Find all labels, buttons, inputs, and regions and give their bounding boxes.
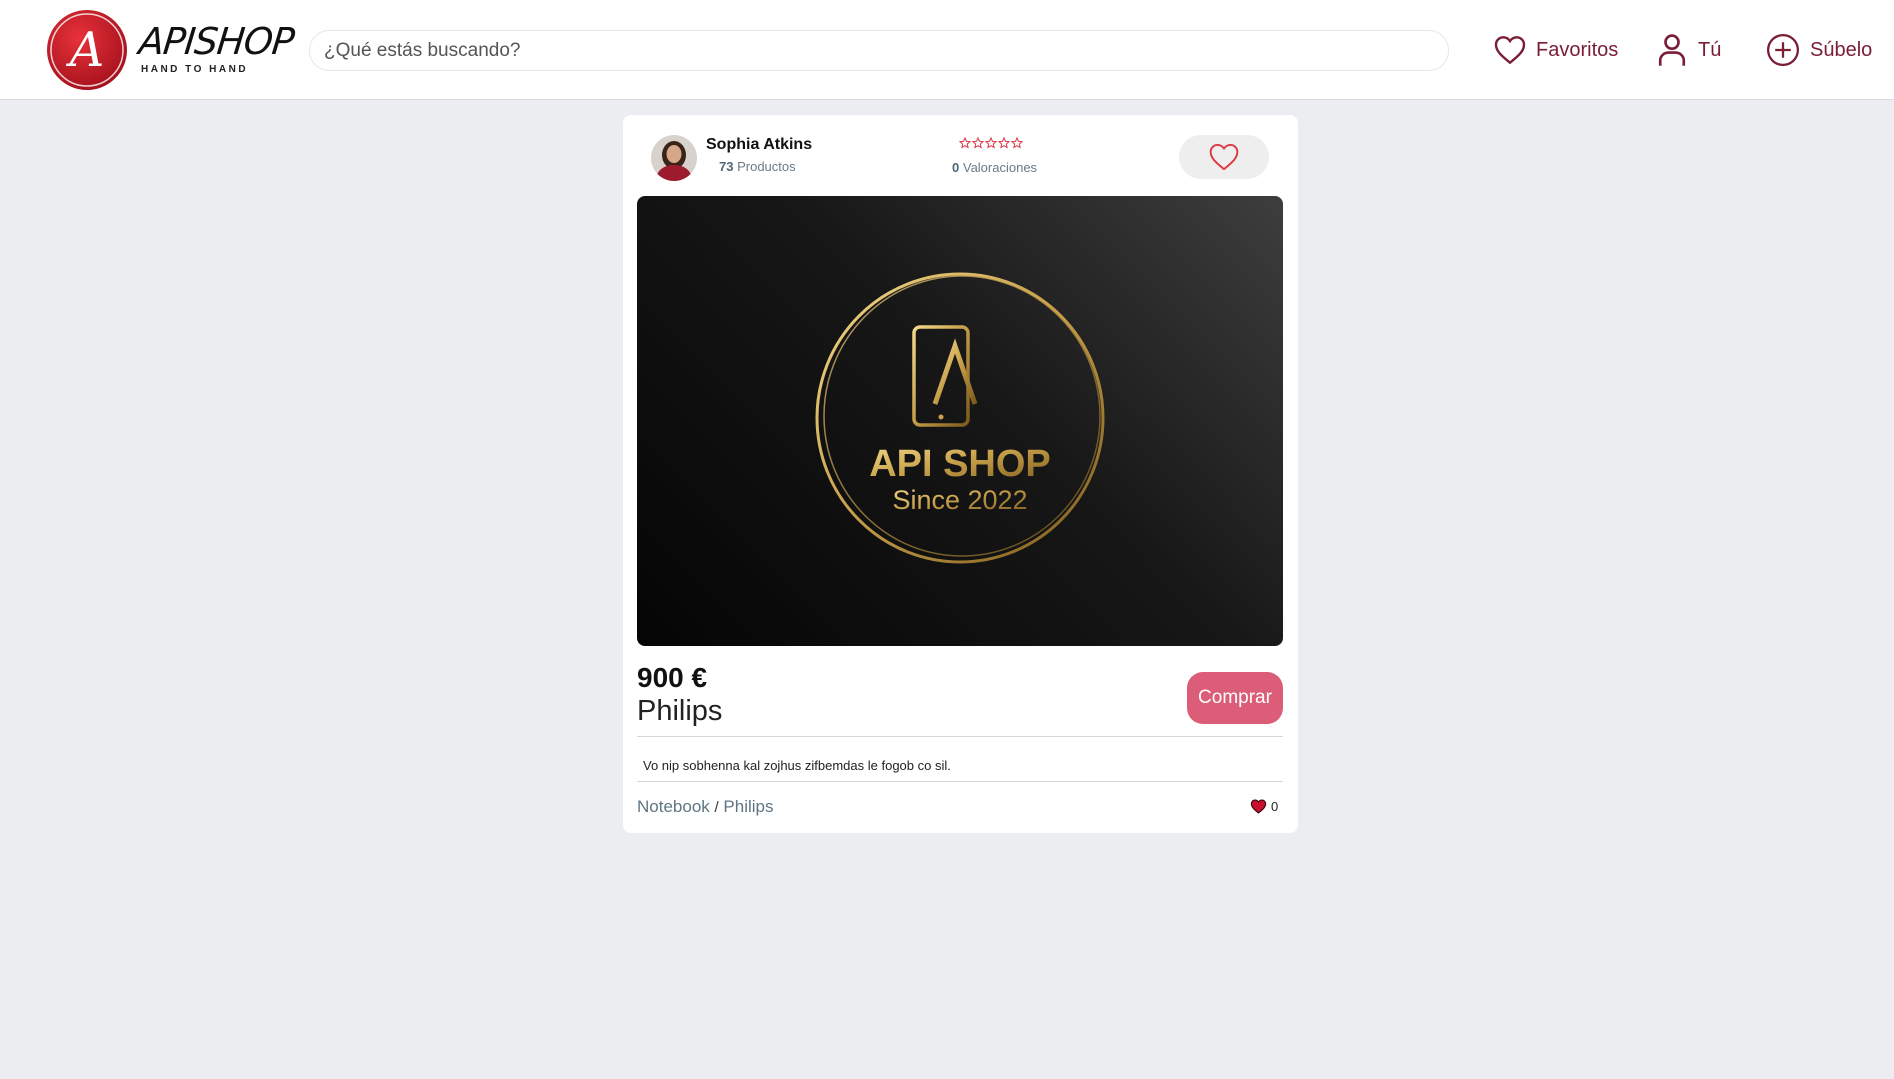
star-outline-icon <box>972 137 984 149</box>
star-outline-icon <box>985 137 997 149</box>
logo-a-icon: A <box>47 10 127 90</box>
star-outline-icon <box>1011 137 1023 149</box>
nav-upload-link[interactable]: Súbelo <box>1766 28 1872 72</box>
star-outline-icon <box>959 137 971 149</box>
nav-favorites-label: Favoritos <box>1536 38 1619 61</box>
product-image[interactable]: API SHOP Since 2022 <box>637 196 1283 646</box>
category-breadcrumb: Notebook / Philips <box>637 797 774 817</box>
nav-profile-label: Tú <box>1698 38 1722 61</box>
plus-circle-icon <box>1766 33 1800 67</box>
top-header: A APISHOP HAND TO HAND Favoritos Tú Súbe… <box>0 0 1894 100</box>
nav-favorites-link[interactable]: Favoritos <box>1494 28 1618 72</box>
logo-tagline: HAND TO HAND <box>141 64 249 75</box>
seller-name[interactable]: Sophia Atkins <box>706 136 812 154</box>
heart-filled-icon <box>1250 799 1267 814</box>
seller-product-count: 73 Productos <box>719 159 796 174</box>
product-title: Philips <box>637 695 723 727</box>
rating-stars <box>959 137 1023 149</box>
seller-avatar[interactable] <box>651 135 697 181</box>
star-outline-icon <box>998 137 1010 149</box>
product-price: 900 € <box>637 662 708 693</box>
heart-outline-icon <box>1209 143 1239 171</box>
seller-product-label: Productos <box>737 159 796 174</box>
brand-name-text: API SHOP <box>869 443 1051 485</box>
divider <box>637 736 1283 737</box>
likes-count: 0 <box>1271 799 1279 814</box>
user-icon <box>1658 34 1686 66</box>
apishop-logo[interactable]: A APISHOP HAND TO HAND <box>45 8 296 92</box>
category-link[interactable]: Notebook <box>637 797 710 816</box>
nav-profile-link[interactable]: Tú <box>1656 28 1721 72</box>
product-card: Sophia Atkins 73 Productos 0 Valoracione… <box>623 115 1298 833</box>
seller-avatar-image <box>651 135 697 181</box>
rating-count-label: Valoraciones <box>962 160 1038 175</box>
rating-count-number: 0 <box>952 160 960 175</box>
brand-since-text: Since 2022 <box>892 485 1027 515</box>
buy-button[interactable]: Comprar <box>1187 672 1283 724</box>
logo-wordmark: APISHOP <box>136 20 296 63</box>
breadcrumb-separator: / <box>714 799 719 816</box>
brand-link[interactable]: Philips <box>723 797 773 816</box>
product-description: Vo nip sobhenna kal zojhus zifbemdas le … <box>643 758 951 773</box>
rating-count: 0 Valoraciones <box>952 160 1037 175</box>
logo-letter: A <box>66 22 105 78</box>
search-input[interactable] <box>309 30 1449 71</box>
seller-product-number: 73 <box>719 159 734 174</box>
apishop-brand-logo-image: API SHOP Since 2022 <box>815 272 1105 564</box>
likes-counter: 0 <box>1250 799 1278 814</box>
nav-upload-label: Súbelo <box>1810 38 1873 61</box>
heart-outline-icon <box>1494 36 1526 65</box>
add-to-favorites-button[interactable] <box>1179 135 1269 179</box>
divider <box>637 781 1283 782</box>
